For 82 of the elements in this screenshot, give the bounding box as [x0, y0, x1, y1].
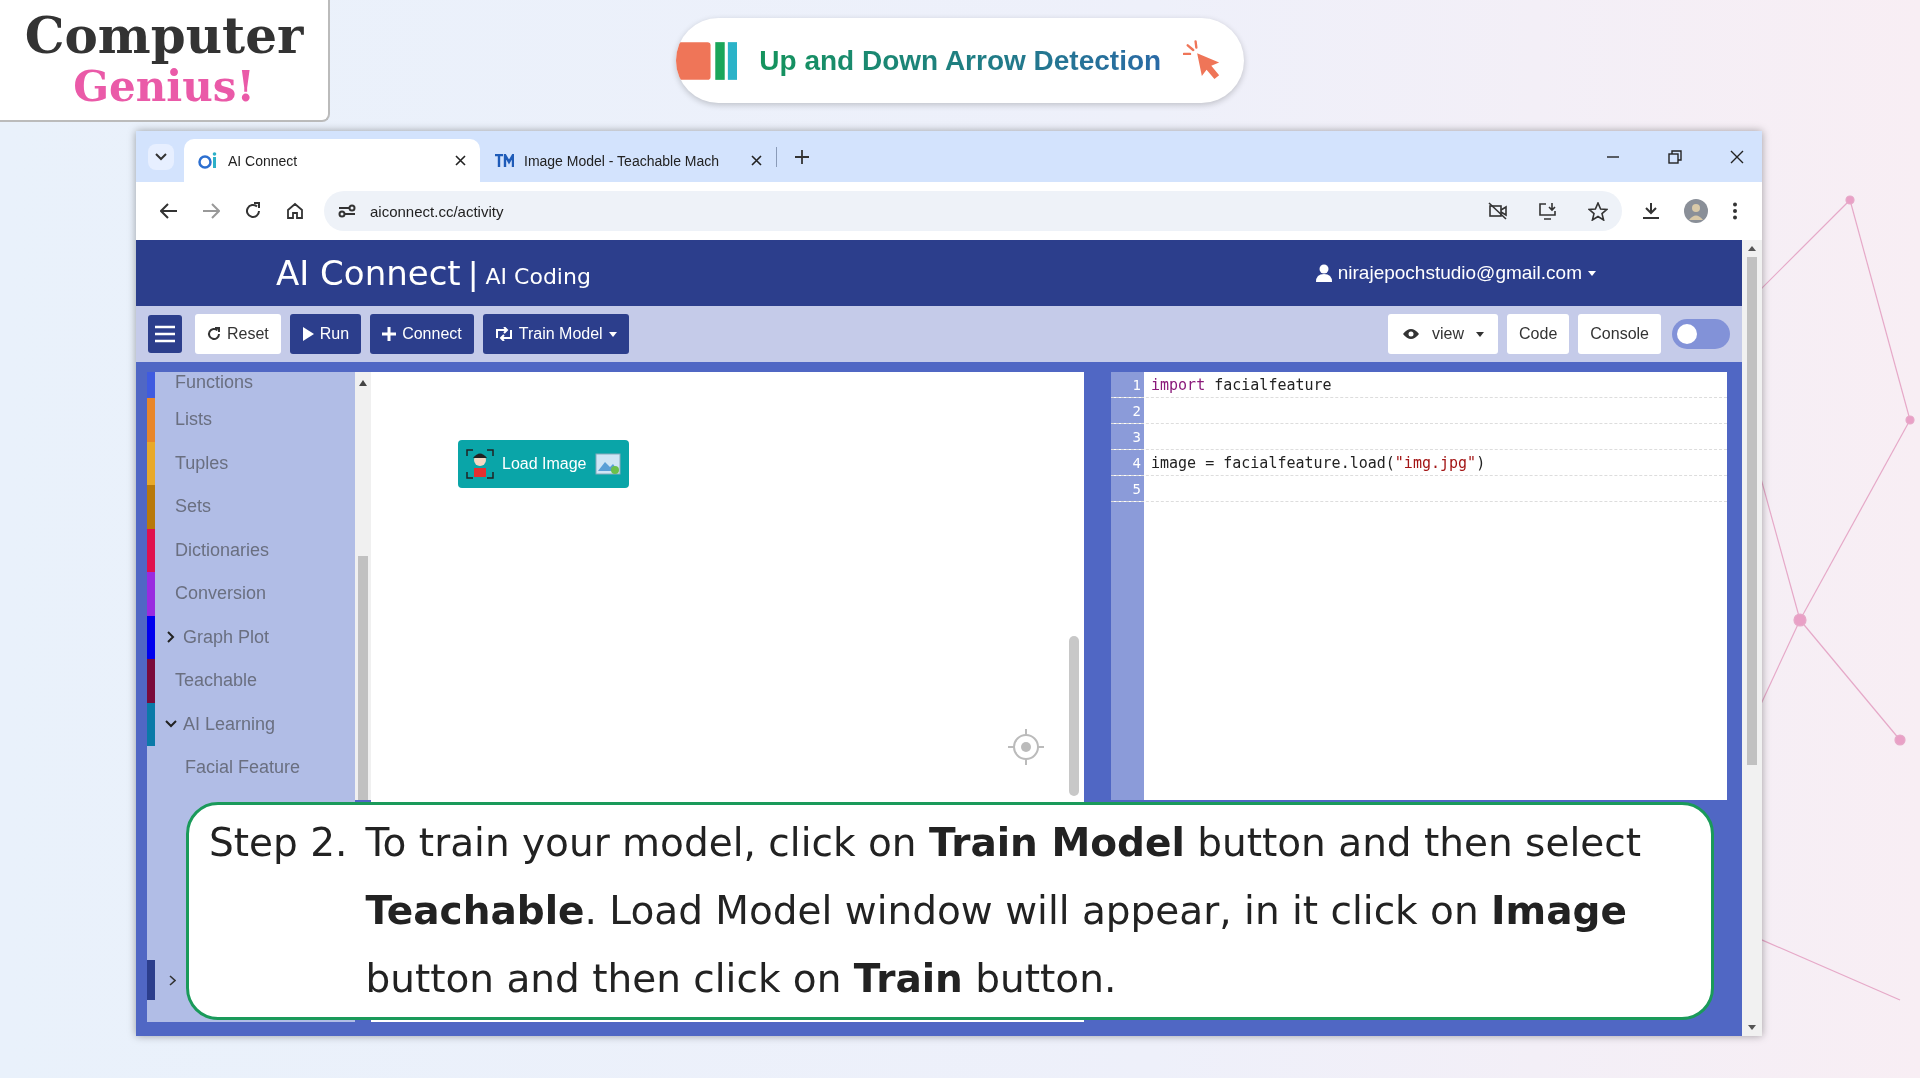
- arrow-up-icon[interactable]: [359, 380, 367, 386]
- category-label: Teachable: [175, 670, 258, 692]
- step-label: Step 2.: [209, 819, 348, 867]
- user-icon: [1315, 264, 1332, 282]
- image-icon: [594, 453, 621, 475]
- chevron-icon[interactable]: [167, 631, 175, 644]
- line-number: 3: [1111, 424, 1144, 449]
- panel-button[interactable]: Code: [1507, 314, 1570, 354]
- arrow-up-icon[interactable]: [1748, 246, 1756, 251]
- site-icon: [494, 153, 514, 168]
- brand-title: AI Connect: [276, 253, 461, 293]
- tab-list-button[interactable]: [148, 143, 174, 170]
- camera-off-icon[interactable]: [1488, 202, 1508, 220]
- forward-icon[interactable]: [202, 203, 220, 219]
- category-label: Functions: [175, 372, 254, 393]
- caret-icon: [1476, 331, 1485, 337]
- category-label: Dictionaries: [175, 539, 270, 561]
- arrow-down-icon[interactable]: [1748, 1025, 1756, 1030]
- chevron-icon[interactable]: [165, 720, 177, 729]
- play-icon: [301, 327, 314, 341]
- scrollbar[interactable]: [1069, 636, 1079, 796]
- panel-button[interactable]: Console: [1578, 314, 1661, 354]
- menu-icon[interactable]: [1732, 202, 1738, 220]
- menu-icon: [155, 325, 175, 343]
- browser-tab[interactable]: Image Model - Teachable Mach: [480, 139, 776, 182]
- line-number: 2: [1111, 398, 1144, 423]
- close-icon[interactable]: [1730, 149, 1744, 164]
- code-line: image = facialfeature.load("img.jpg"): [1150, 453, 1486, 474]
- category-label: Sets: [175, 496, 212, 518]
- menu-button[interactable]: [148, 315, 182, 353]
- repeat-icon: [494, 327, 513, 341]
- scrollbar[interactable]: [355, 372, 371, 800]
- toolbar-button[interactable]: Reset: [195, 314, 281, 354]
- view-button[interactable]: view: [1388, 314, 1499, 354]
- category-label: Conversion: [175, 583, 267, 605]
- browser-tab[interactable]: AI Connect: [184, 139, 480, 182]
- url-text: aiconnect.cc/activity: [370, 202, 504, 220]
- close-icon[interactable]: [455, 155, 466, 166]
- refresh-icon: [207, 327, 221, 341]
- tab-title: Image Model - Teachable Mach: [524, 152, 721, 169]
- caret-icon: [1588, 270, 1596, 276]
- line-number: 1: [1111, 372, 1144, 397]
- toggle-switch[interactable]: [1672, 319, 1730, 349]
- face-icon: [466, 449, 494, 479]
- category-label: AI Learning: [183, 713, 276, 735]
- download-icon[interactable]: [1642, 202, 1660, 220]
- home-icon[interactable]: [286, 202, 304, 220]
- tab-title: AI Connect: [228, 152, 299, 169]
- separator-text: |: [468, 253, 478, 293]
- code-line: import facialfeature: [1150, 375, 1332, 396]
- category-label: Facial Feature: [185, 757, 301, 779]
- chevron-down-icon: [155, 152, 167, 161]
- line-number: 4: [1111, 450, 1144, 475]
- toolbar-button[interactable]: Run: [289, 314, 362, 354]
- scrollbar[interactable]: [1742, 240, 1762, 1036]
- category-label: Lists: [175, 409, 212, 431]
- site-icon: [198, 151, 218, 170]
- caret-icon: [608, 331, 617, 337]
- toolbar-button[interactable]: Train Model: [482, 314, 629, 354]
- eye-icon: [1402, 328, 1421, 340]
- new-tab-icon[interactable]: [795, 149, 809, 164]
- reload-icon[interactable]: [244, 202, 262, 220]
- site-settings-icon[interactable]: [338, 204, 356, 218]
- close-icon[interactable]: [751, 155, 762, 166]
- brand-subtitle: AI Coding: [485, 263, 591, 289]
- back-icon[interactable]: [160, 203, 178, 219]
- chevron-icon[interactable]: [169, 974, 176, 986]
- install-icon[interactable]: [1538, 202, 1558, 220]
- avatar-icon[interactable]: [1684, 199, 1708, 223]
- logo-text: Genius!: [73, 63, 255, 111]
- line-number: 5: [1111, 476, 1144, 501]
- category-label: Tuples: [175, 452, 229, 474]
- logo-text: Computer: [24, 9, 304, 63]
- star-icon[interactable]: [1588, 201, 1608, 221]
- category-stripe: [147, 960, 155, 1000]
- toolbar-button[interactable]: Connect: [370, 314, 474, 354]
- category-label: Graph Plot: [183, 626, 270, 648]
- plus-icon: [382, 327, 397, 341]
- user-menu[interactable]: nirajepochstudio@gmail.com: [1309, 261, 1602, 285]
- restore-icon[interactable]: [1668, 149, 1682, 164]
- address-bar[interactable]: aiconnect.cc/activity: [324, 191, 1622, 231]
- caption-text: To train your model, click on Train Model button and then select Teachable. Load Model window will appear, in it click on Image button and then click on Train button.: [365, 819, 1642, 1003]
